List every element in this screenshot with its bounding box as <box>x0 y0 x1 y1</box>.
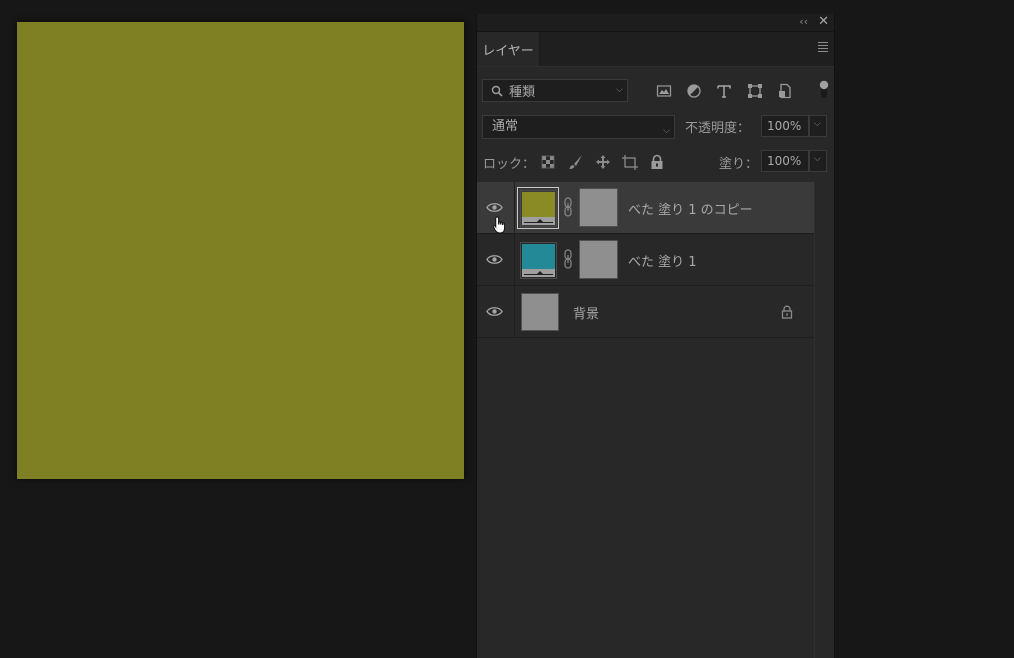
row-divider <box>514 234 515 285</box>
opacity-label: 不透明度： <box>685 121 751 136</box>
layer-mask-thumbnail[interactable] <box>579 240 618 279</box>
layer-row[interactable]: べた 塗り 1 <box>477 234 814 286</box>
layers-list: べた 塗り 1 のコピー べた 塗り 1 背景 <box>477 182 814 338</box>
lock-image-pixels-icon[interactable] <box>568 154 584 170</box>
fill-thumbnail <box>520 190 557 227</box>
lock-options-row: ロック： 塗り： 100% ⌵ <box>481 150 830 174</box>
layers-panel: ‹‹ ✕ レイヤー 種類 ⌵ 通常 ⌵ 不透明度： 100% ⌵ ロック： 塗り… <box>476 14 835 658</box>
chevron-down-icon: ⌵ <box>663 126 670 136</box>
chevron-down-icon: ⌵ <box>616 85 623 95</box>
image-filter-icon[interactable] <box>656 83 672 99</box>
filter-toggle-switch[interactable] <box>819 80 829 100</box>
layer-thumbnail[interactable] <box>517 187 559 229</box>
layer-name[interactable]: べた 塗り 1 のコピー <box>628 199 753 218</box>
layer-row[interactable]: べた 塗り 1 のコピー <box>477 182 814 234</box>
lock-icon[interactable] <box>781 305 793 319</box>
fill-input[interactable]: 100% <box>761 150 809 172</box>
fill-color-swatch <box>522 244 555 270</box>
fill-label: 塗り： <box>719 157 759 172</box>
fill-thumbnail <box>520 242 557 279</box>
panel-menu-icon[interactable] <box>818 42 828 54</box>
eye-icon[interactable] <box>486 306 503 317</box>
search-icon <box>491 85 503 97</box>
type-filter-icon[interactable] <box>716 83 732 99</box>
chevron-down-icon: ⌵ <box>814 119 821 129</box>
tab-layers[interactable]: レイヤー <box>477 32 540 66</box>
close-icon[interactable]: ✕ <box>818 14 829 29</box>
panel-title-bar: ‹‹ ✕ <box>477 14 834 32</box>
layer-name[interactable]: べた 塗り 1 <box>628 251 697 270</box>
lock-position-icon[interactable] <box>595 154 611 170</box>
fill-layer-bar <box>522 217 555 225</box>
layer-filter-row: 種類 ⌵ <box>481 77 830 105</box>
blend-options-row: 通常 ⌵ 不透明度： 100% ⌵ <box>481 114 830 140</box>
filter-kind-select[interactable]: 種類 ⌵ <box>482 79 628 102</box>
smart-object-filter-icon[interactable] <box>777 83 793 99</box>
document-canvas[interactable] <box>17 22 464 479</box>
chevron-down-icon: ⌵ <box>814 154 821 164</box>
blend-mode-value: 通常 <box>492 119 519 134</box>
lock-artboard-icon[interactable] <box>622 154 638 170</box>
link-icon[interactable] <box>563 196 573 218</box>
row-divider <box>514 182 515 233</box>
opacity-dropdown[interactable]: ⌵ <box>809 115 827 137</box>
panel-tab-bar: レイヤー <box>477 32 834 67</box>
layer-row[interactable]: 背景 <box>477 286 814 338</box>
lock-all-icon[interactable] <box>649 154 665 170</box>
eye-icon[interactable] <box>486 254 503 265</box>
fill-layer-bar <box>522 269 555 277</box>
opacity-input[interactable]: 100% <box>761 115 809 137</box>
layer-thumbnail[interactable] <box>521 293 559 331</box>
filter-kind-label: 種類 <box>509 85 536 100</box>
lock-label: ロック： <box>483 157 536 172</box>
fill-color-swatch <box>522 192 555 218</box>
layer-thumbnail[interactable] <box>517 239 559 281</box>
fill-dropdown[interactable]: ⌵ <box>809 150 827 172</box>
link-icon[interactable] <box>563 248 573 270</box>
layer-mask-thumbnail[interactable] <box>579 188 618 227</box>
layers-scrollbar[interactable] <box>814 182 834 658</box>
hand-cursor-icon <box>493 216 505 234</box>
double-chevron-left-icon[interactable]: ‹‹ <box>799 15 808 28</box>
shape-filter-icon[interactable] <box>747 83 763 99</box>
blend-mode-select[interactable]: 通常 ⌵ <box>482 115 675 139</box>
row-divider <box>514 286 515 337</box>
layer-name[interactable]: 背景 <box>573 303 599 322</box>
adjustment-filter-icon[interactable] <box>686 83 702 99</box>
lock-transparent-pixels-icon[interactable] <box>540 154 556 170</box>
eye-icon[interactable] <box>486 202 503 213</box>
